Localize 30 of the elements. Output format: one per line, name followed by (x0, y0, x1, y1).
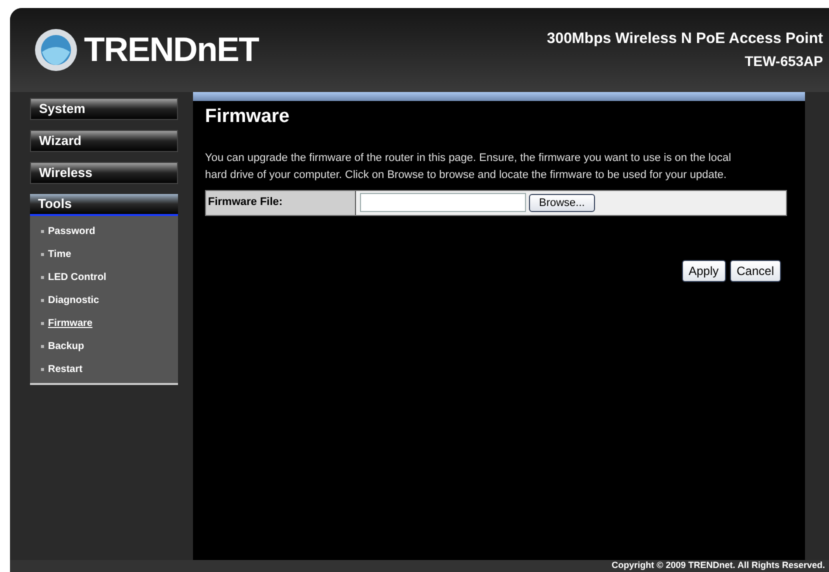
browse-button[interactable]: Browse... (529, 194, 595, 212)
model-number: TEW-653AP (744, 52, 823, 71)
action-button[interactable]: Apply (682, 260, 726, 282)
menu-tab[interactable]: Tools (30, 194, 178, 216)
page-title: Firmware (205, 105, 290, 129)
bullet-icon (41, 322, 44, 325)
bullet-icon (41, 276, 44, 279)
bullet-icon (41, 230, 44, 233)
menu-tab[interactable]: System (30, 98, 178, 120)
logo-wordmark: TRENDnET (84, 30, 259, 70)
product-name: 300Mbps Wireless N PoE Access Point (546, 29, 823, 50)
copyright-text: Copyright © 2009 TRENDnet. All Rights Reserved. (612, 559, 825, 572)
submenu-link[interactable]: LED Control (48, 270, 106, 285)
bullet-icon (41, 299, 44, 302)
bullet-icon (41, 368, 44, 371)
submenu-link[interactable]: Time (48, 247, 72, 262)
submenu-link[interactable]: Firmware (48, 316, 92, 331)
page-description: You can upgrade the firmware of the router in this page. Ensure, the firmware you want to use is on the local hard drive of your computer. Click on Browse to browse and locate the firmware to be used for your update. (205, 150, 732, 182)
logo-icon (34, 28, 78, 72)
submenu-link[interactable]: Password (48, 224, 96, 239)
bullet-icon (41, 345, 44, 348)
bullet-icon (41, 253, 44, 256)
menu-tab[interactable]: Wizard (30, 130, 178, 152)
file-input-field[interactable] (360, 193, 526, 212)
action-button[interactable]: Cancel (730, 260, 781, 282)
menu-tab[interactable]: Wireless (30, 162, 178, 184)
submenu-link[interactable]: Backup (48, 339, 84, 354)
field-label: Firmware File: (206, 190, 356, 214)
submenu-link[interactable]: Diagnostic (48, 293, 100, 308)
submenu-link[interactable]: Restart (48, 362, 82, 377)
